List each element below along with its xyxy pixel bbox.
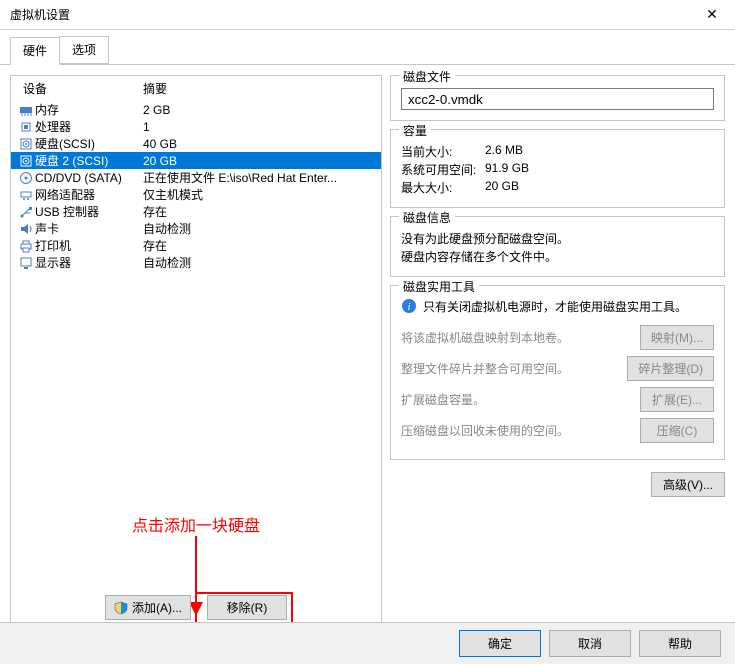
- printer-icon: [17, 239, 35, 253]
- hardware-list[interactable]: 内存2 GB处理器1硬盘(SCSI)40 GB硬盘 2 (SCSI)20 GBC…: [11, 101, 381, 271]
- disk-tools-group: 磁盘实用工具 i 只有关闭虚拟机电源时，才能使用磁盘实用工具。 将该虚拟机磁盘映…: [390, 285, 725, 460]
- tab-hardware[interactable]: 硬件: [10, 37, 60, 65]
- cancel-button[interactable]: 取消: [549, 630, 631, 657]
- annotation-text: 点击添加一块硬盘: [11, 512, 381, 536]
- device-name: CD/DVD (SATA): [35, 171, 143, 185]
- device-summary: 存在: [143, 237, 373, 254]
- svg-text:i: i: [407, 301, 410, 313]
- add-button[interactable]: 添加(A)...: [105, 595, 191, 620]
- device-name: 网络适配器: [35, 186, 143, 203]
- defrag-label: 整理文件碎片并整合可用空间。: [401, 360, 619, 377]
- close-button[interactable]: ✕: [689, 0, 735, 30]
- compact-button: 压缩(C): [640, 418, 714, 443]
- device-name: 声卡: [35, 220, 143, 237]
- device-summary: 自动检测: [143, 254, 373, 271]
- defrag-button: 碎片整理(D): [627, 356, 714, 381]
- disk-icon: [17, 137, 35, 151]
- shield-icon: [114, 601, 128, 615]
- hardware-panel: 设备 摘要 内存2 GB处理器1硬盘(SCSI)40 GB硬盘 2 (SCSI)…: [10, 75, 382, 631]
- hardware-row[interactable]: 处理器1: [11, 118, 381, 135]
- compact-label: 压缩磁盘以回收未使用的空间。: [401, 422, 632, 439]
- expand-button: 扩展(E)...: [640, 387, 714, 412]
- capacity-legend: 容量: [399, 122, 431, 139]
- device-summary: 1: [143, 120, 373, 134]
- device-name: 显示器: [35, 254, 143, 271]
- device-name: 硬盘(SCSI): [35, 135, 143, 152]
- info-icon: i: [401, 298, 417, 314]
- hardware-row[interactable]: 硬盘(SCSI)40 GB: [11, 135, 381, 152]
- tabs: 硬件 选项: [0, 30, 735, 65]
- expand-label: 扩展磁盘容量。: [401, 391, 632, 408]
- hardware-row[interactable]: CD/DVD (SATA)正在使用文件 E:\iso\Red Hat Enter…: [11, 169, 381, 186]
- ok-button[interactable]: 确定: [459, 630, 541, 657]
- tab-options[interactable]: 选项: [59, 36, 109, 64]
- hardware-row[interactable]: 声卡自动检测: [11, 220, 381, 237]
- current-size-label: 当前大小:: [401, 143, 485, 160]
- hardware-row[interactable]: 硬盘 2 (SCSI)20 GB: [11, 152, 381, 169]
- disk-icon: [17, 154, 35, 168]
- tools-tip: 只有关闭虚拟机电源时，才能使用磁盘实用工具。: [423, 298, 687, 315]
- hardware-row[interactable]: 内存2 GB: [11, 101, 381, 118]
- remove-button[interactable]: 移除(R): [207, 595, 287, 620]
- dialog-footer: 确定 取消 帮助: [0, 622, 735, 664]
- map-button: 映射(M)...: [640, 325, 714, 350]
- device-name: 打印机: [35, 237, 143, 254]
- device-summary: 仅主机模式: [143, 186, 373, 203]
- cpu-icon: [17, 120, 35, 134]
- max-size-value: 20 GB: [485, 179, 519, 196]
- device-summary: 40 GB: [143, 137, 373, 151]
- capacity-group: 容量 当前大小:2.6 MB 系统可用空间:91.9 GB 最大大小:20 GB: [390, 129, 725, 208]
- header-summary: 摘要: [143, 80, 167, 97]
- current-size-value: 2.6 MB: [485, 143, 523, 160]
- disk-file-group: 磁盘文件: [390, 75, 725, 121]
- window-title: 虚拟机设置: [10, 6, 689, 23]
- hardware-row[interactable]: USB 控制器存在: [11, 203, 381, 220]
- help-button[interactable]: 帮助: [639, 630, 721, 657]
- disk-file-input[interactable]: [401, 88, 714, 110]
- map-label: 将该虚拟机磁盘映射到本地卷。: [401, 329, 632, 346]
- header-device: 设备: [23, 80, 143, 97]
- hardware-row[interactable]: 显示器自动检测: [11, 254, 381, 271]
- disk-tools-legend: 磁盘实用工具: [399, 278, 479, 295]
- hardware-header: 设备 摘要: [11, 76, 381, 101]
- advanced-button[interactable]: 高级(V)...: [651, 472, 725, 497]
- cd-icon: [17, 171, 35, 185]
- device-summary: 20 GB: [143, 154, 373, 168]
- max-size-label: 最大大小:: [401, 179, 485, 196]
- device-summary: 自动检测: [143, 220, 373, 237]
- disk-info-line2: 硬盘内容存储在多个文件中。: [401, 248, 714, 265]
- disk-info-line1: 没有为此硬盘预分配磁盘空间。: [401, 230, 714, 247]
- device-summary: 存在: [143, 203, 373, 220]
- usb-icon: [17, 205, 35, 219]
- free-space-value: 91.9 GB: [485, 161, 529, 178]
- title-bar: 虚拟机设置 ✕: [0, 0, 735, 30]
- device-summary: 2 GB: [143, 103, 373, 117]
- disk-info-group: 磁盘信息 没有为此硬盘预分配磁盘空间。 硬盘内容存储在多个文件中。: [390, 216, 725, 277]
- free-space-label: 系统可用空间:: [401, 161, 485, 178]
- device-summary: 正在使用文件 E:\iso\Red Hat Enter...: [143, 169, 373, 186]
- device-name: 硬盘 2 (SCSI): [35, 152, 143, 169]
- memory-icon: [17, 103, 35, 117]
- device-name: 内存: [35, 101, 143, 118]
- disk-file-legend: 磁盘文件: [399, 68, 455, 85]
- net-icon: [17, 188, 35, 202]
- hardware-row[interactable]: 网络适配器仅主机模式: [11, 186, 381, 203]
- disk-info-legend: 磁盘信息: [399, 209, 455, 226]
- device-name: 处理器: [35, 118, 143, 135]
- sound-icon: [17, 222, 35, 236]
- device-name: USB 控制器: [35, 203, 143, 220]
- hardware-row[interactable]: 打印机存在: [11, 237, 381, 254]
- display-icon: [17, 256, 35, 270]
